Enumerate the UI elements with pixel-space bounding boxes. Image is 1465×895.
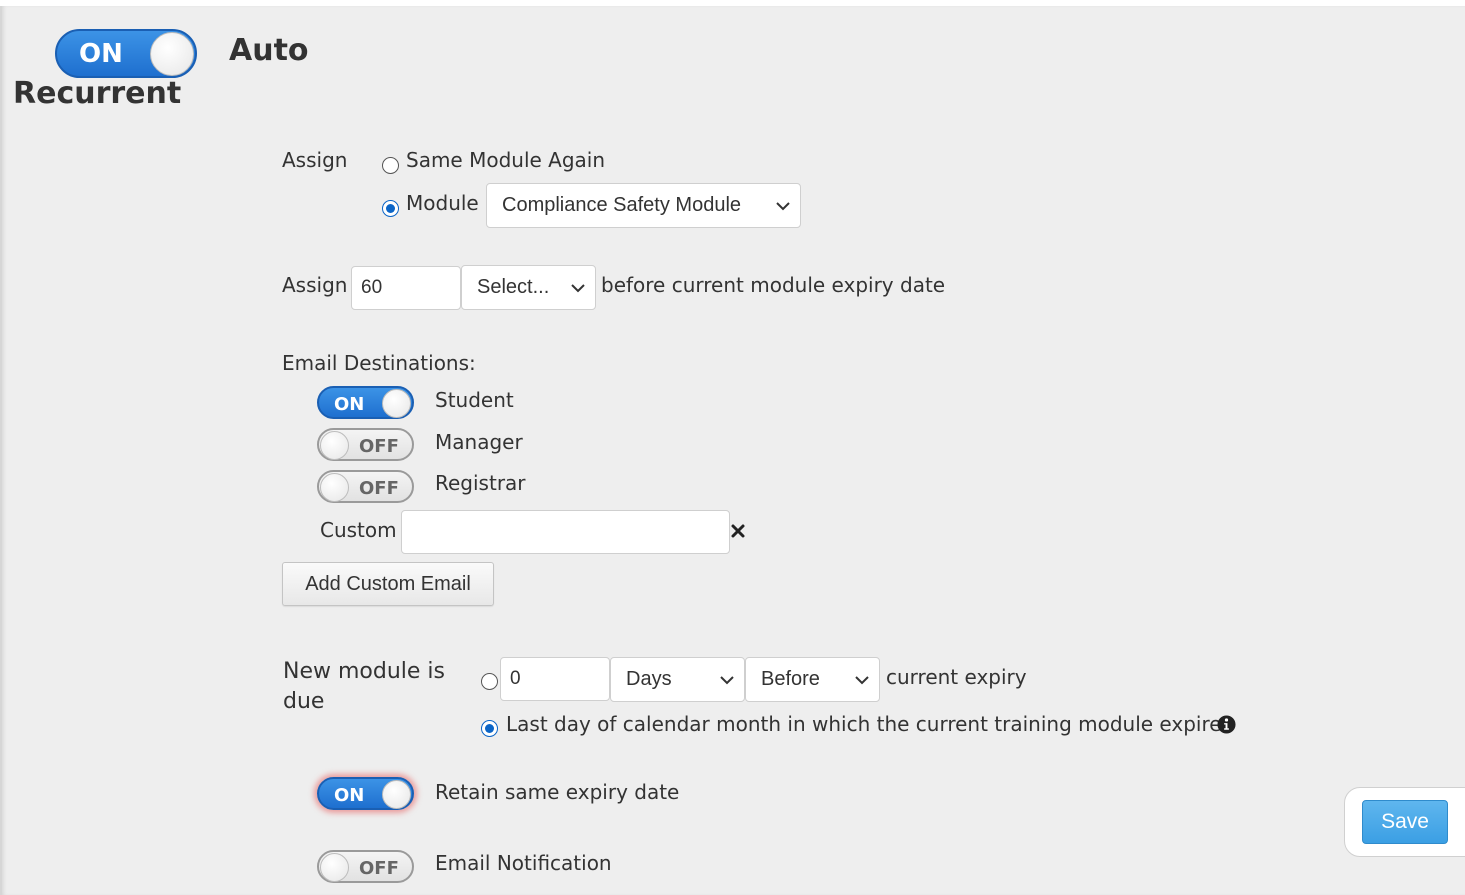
manager-label: Manager [435, 430, 523, 454]
save-button[interactable]: Save [1362, 800, 1448, 844]
due-offset-value: 0 [510, 668, 521, 689]
new-module-due-text: New module is due [283, 659, 445, 714]
assign-unit-select[interactable]: Select... [461, 265, 596, 310]
assign-days-value: 60 [361, 277, 383, 298]
registrar-label: Registrar [435, 471, 526, 495]
toggle-knob [382, 389, 411, 418]
toggle-state-text: OFF [359, 436, 399, 457]
student-label: Student [435, 388, 514, 412]
new-module-due-label: New module is due [283, 657, 463, 717]
same-module-radio[interactable] [382, 157, 399, 174]
auto-recurrent-toggle[interactable]: ON [55, 29, 197, 78]
assign-timing-suffix: before current module expiry date [601, 273, 946, 297]
add-custom-email-button[interactable]: Add Custom Email [282, 562, 494, 606]
page-title-line1: Auto [229, 33, 309, 68]
toggle-knob [150, 32, 194, 76]
custom-email-input[interactable] [401, 510, 730, 554]
chevron-down-icon [855, 675, 869, 684]
last-day-label: Last day of calendar month in which the … [506, 712, 1232, 736]
due-relation-select[interactable]: Before [745, 657, 880, 702]
toggle-state-text: ON [79, 39, 123, 69]
email-notification-label: Email Notification [435, 851, 612, 875]
toggle-knob [320, 473, 349, 502]
student-toggle[interactable]: ON [317, 386, 414, 419]
last-day-radio[interactable] [481, 720, 498, 737]
due-offset-radio[interactable] [481, 673, 498, 690]
assign-days-input[interactable]: 60 [351, 266, 461, 310]
due-unit-select[interactable]: Days [610, 657, 745, 702]
module-radio[interactable] [382, 200, 399, 217]
chevron-down-icon [776, 201, 790, 210]
custom-email-label: Custom [320, 518, 397, 542]
module-select-value: Compliance Safety Module [502, 194, 742, 216]
module-label: Module [406, 191, 479, 215]
manager-toggle[interactable]: OFF [317, 428, 414, 461]
retain-expiry-toggle[interactable]: ON [317, 777, 414, 810]
settings-panel [0, 6, 1465, 895]
info-icon[interactable] [1217, 715, 1236, 734]
due-relation-value: Before [761, 668, 820, 690]
chevron-down-icon [571, 283, 585, 292]
assign-unit-value: Select... [477, 276, 550, 298]
email-destinations-heading: Email Destinations: [282, 351, 476, 375]
due-offset-input[interactable]: 0 [500, 657, 610, 701]
module-select[interactable]: Compliance Safety Module [486, 183, 801, 228]
toggle-knob [320, 431, 349, 460]
chevron-down-icon [720, 675, 734, 684]
due-offset-suffix: current expiry [886, 665, 1027, 689]
toggle-state-text: OFF [359, 858, 399, 879]
toggle-state-text: ON [334, 394, 365, 415]
close-x-icon[interactable] [730, 523, 746, 539]
assign-label: Assign [282, 148, 348, 172]
page-title-line2: Recurrent [13, 76, 182, 111]
retain-expiry-label: Retain same expiry date [435, 780, 680, 804]
toggle-state-text: OFF [359, 478, 399, 499]
toggle-state-text: ON [334, 785, 365, 806]
registrar-toggle[interactable]: OFF [317, 470, 414, 503]
email-notification-toggle[interactable]: OFF [317, 850, 414, 883]
assign-timing-label: Assign [282, 273, 348, 297]
due-unit-value: Days [626, 668, 672, 690]
toggle-knob [382, 780, 411, 809]
same-module-label: Same Module Again [406, 148, 606, 172]
toggle-knob [320, 853, 349, 882]
